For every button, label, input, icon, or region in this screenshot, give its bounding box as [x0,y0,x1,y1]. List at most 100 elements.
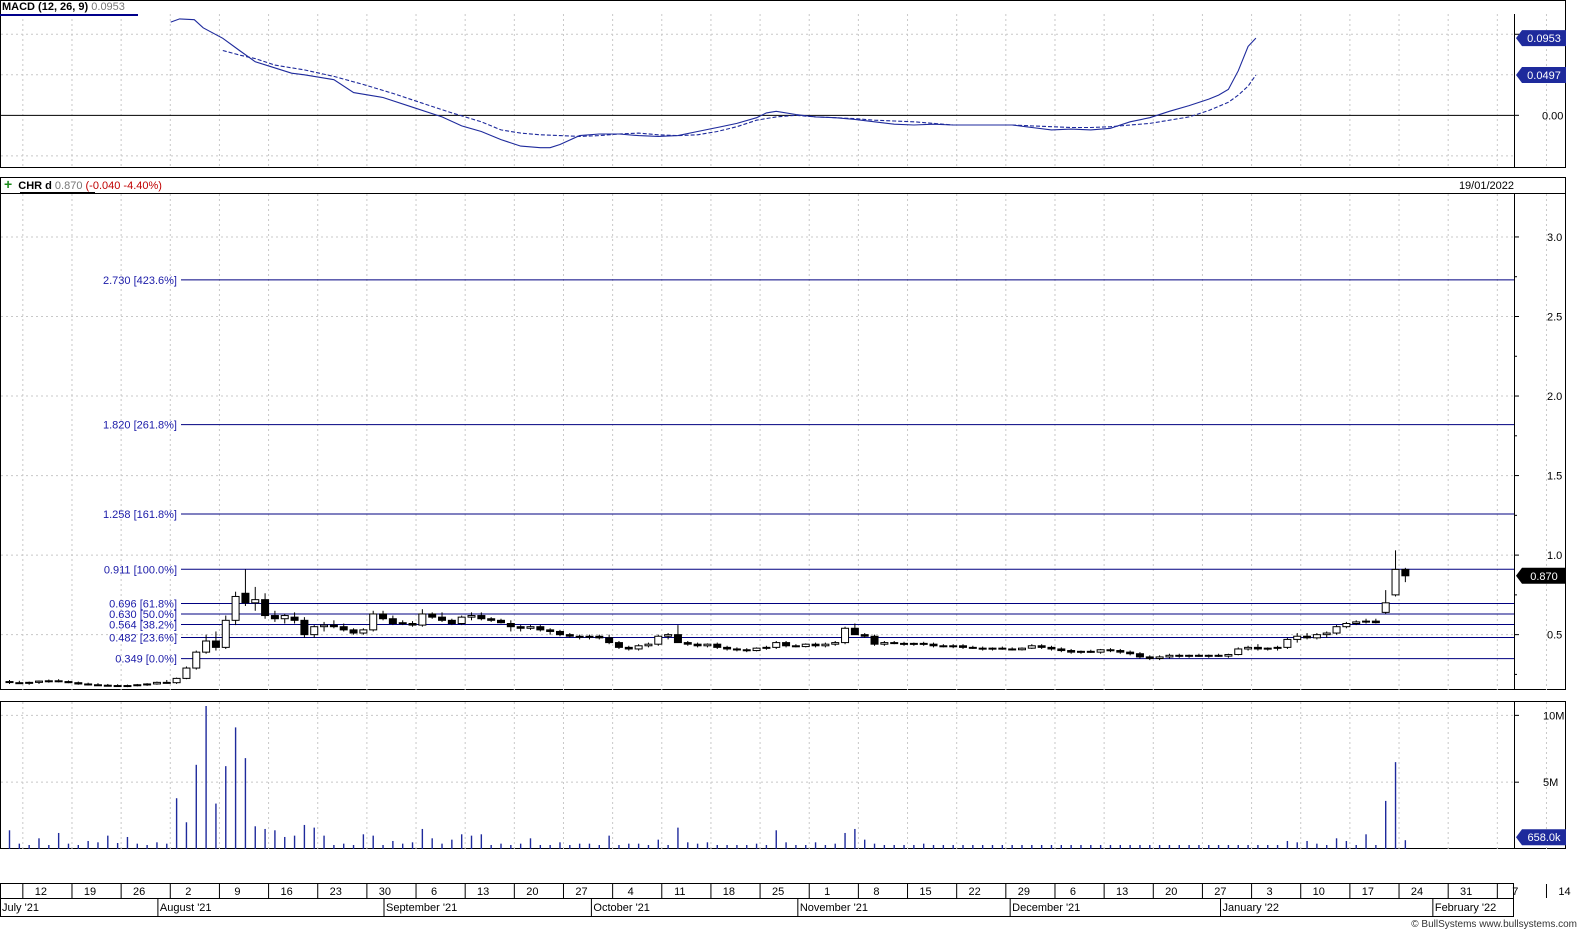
x-axis-day-label: 9 [234,886,240,898]
fib-level-label: 1.258 [161.8%] [103,509,177,521]
candle-body [555,630,564,636]
candle-body [369,613,378,631]
x-axis-day-label: 1 [824,886,830,898]
price-axis-label: 1.0 [1547,550,1562,562]
candle-body [1371,620,1380,624]
candle-body [1224,654,1233,657]
candle-body [182,667,191,679]
candle-body [428,613,437,618]
candle-body [1194,654,1203,657]
x-axis-day-label: 31 [1460,886,1472,898]
x-axis-month-label: December '21 [1012,902,1080,914]
chart-svg: 2.730 [423.6%] 1.820 [261.8%] 1.258 [161.8… [0,0,1571,917]
candle-body [15,682,24,685]
candle-body [467,615,476,618]
x-axis-day-label: 6 [1070,886,1076,898]
candle-body [251,599,260,604]
candle-body [998,647,1007,650]
candle-body [634,645,643,650]
candle-body [152,681,161,685]
candle-body [565,634,574,637]
candle-body [831,642,840,645]
candle-body [585,635,594,638]
x-axis-day-label: 12 [35,886,47,898]
candle-body [673,634,682,644]
volume-axis-label: 10M [1543,710,1564,722]
candle-body [841,627,850,644]
candle-body [909,642,918,645]
candle-body [398,622,407,625]
x-axis-day-label: 27 [575,886,587,898]
candle-body [1017,647,1026,651]
candle-body [379,613,388,620]
candle-body [1293,635,1302,640]
fib-level-label: 0.911 [100.0%] [104,564,177,576]
candle-body [54,680,63,683]
candle-body [644,643,653,647]
x-axis-month-label: October '21 [593,902,650,914]
candle-body [683,642,692,645]
fib-level-label: 0.482 [23.6%] [109,633,177,645]
candle-body [526,626,535,629]
candle-body [270,615,279,620]
candle-body [1096,649,1105,653]
candle-body [202,640,211,653]
candle-body [241,592,250,604]
x-axis-day-label: 4 [628,886,634,898]
candle-body [310,626,319,636]
candle-body [654,635,663,645]
candle-body [1057,648,1066,652]
last-price-tag: 0.870 [1530,571,1558,583]
candle-body [447,619,456,625]
fib-level-label: 1.820 [261.8%] [103,420,177,432]
candle-body [791,645,800,648]
x-axis-day-label: 8 [873,886,879,898]
candle-body [320,624,329,628]
candle-body [939,645,948,648]
candle-body [221,619,230,648]
candle-body [300,619,309,636]
x-axis-month-label: November '21 [800,902,868,914]
candle-body [988,647,997,650]
plus-icon[interactable]: + [4,176,12,192]
candle-body [162,681,171,684]
candle-body [890,642,899,645]
candle-body [329,624,338,628]
candle-body [84,683,93,686]
x-axis-day-label: 6 [431,886,437,898]
candle-body [1106,649,1115,652]
candle-body [211,640,220,648]
candle-body [664,634,673,637]
candle-body [1086,650,1095,653]
price-axis-label: 0.5 [1547,630,1562,642]
candle-body [752,647,761,652]
macd-panel [0,0,1566,168]
candle-body [693,643,702,647]
candle-body [1332,626,1341,634]
candle-body [1253,646,1262,650]
volume-axis-label: 5M [1543,777,1558,789]
x-axis-day-label: 14 [1558,886,1570,898]
candle-body [113,685,122,688]
x-axis-day-label: 26 [133,886,145,898]
candle-body [811,643,820,647]
candle-body [850,627,859,636]
candle-body [1067,650,1076,653]
x-axis-day-label: 24 [1411,886,1423,898]
candle-body [1027,645,1036,649]
fib-level-label: 2.730 [423.6%] [103,275,177,287]
macd-header: MACD (12, 26, 9) 0.0953 [2,1,125,13]
x-axis-day-label: 16 [280,886,292,898]
candle-body [487,618,496,621]
candle-body [5,681,14,684]
candle-body [280,615,289,620]
price-change: (-0.040 -4.40%) [85,180,162,192]
macd-label: MACD (12, 26, 9) [2,1,89,13]
macd-value-tag: 0.0953 [1527,33,1561,45]
x-axis-day-label: 23 [330,886,342,898]
candle-body [1401,568,1410,577]
volume-value-tag: 658.0k [1527,832,1561,844]
fib-level-label: 0.564 [38.2%] [109,619,177,631]
x-axis-day-label: 22 [969,886,981,898]
candle-body [1244,646,1253,650]
